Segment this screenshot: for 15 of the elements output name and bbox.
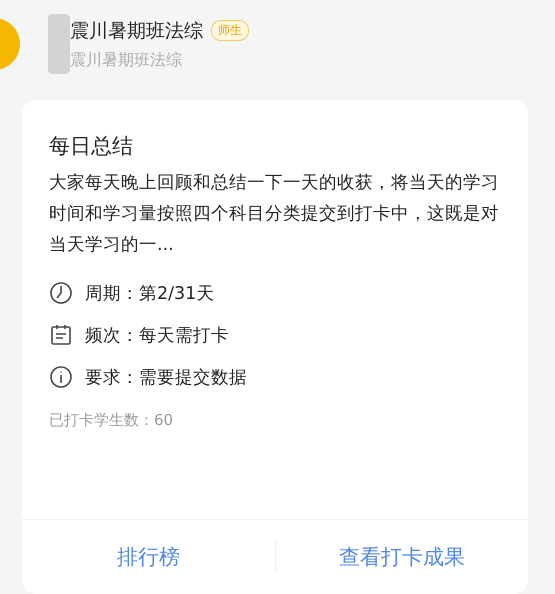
detail-text: 频次：每天需打卡 — [85, 325, 229, 347]
clock-icon — [49, 281, 73, 305]
card-title: 每日总结 — [49, 133, 134, 160]
role-badge: 师生 — [211, 20, 249, 41]
action-button[interactable]: 查看打卡成果 — [276, 537, 528, 577]
checkin-count: 已打卡学生数：60 — [49, 411, 174, 430]
calendar-icon — [49, 323, 73, 347]
group-title: 震川暑期班法综 — [70, 18, 203, 44]
action-button[interactable]: 排行榜 — [22, 537, 274, 577]
card-description: 大家每天晚上回顾和总结一下一天的收获，将当天的学习时间和学习量按照四个科目分类提交到打卡中，这既是对当天学习的一... — [49, 172, 500, 257]
blurred-block — [48, 14, 70, 74]
detail-text: 周期：第2/31天 — [85, 283, 214, 305]
detail-text: 要求：需要提交数据 — [85, 367, 247, 389]
info-icon — [49, 365, 73, 389]
group-subtitle: 震川暑期班法综 — [70, 50, 183, 70]
